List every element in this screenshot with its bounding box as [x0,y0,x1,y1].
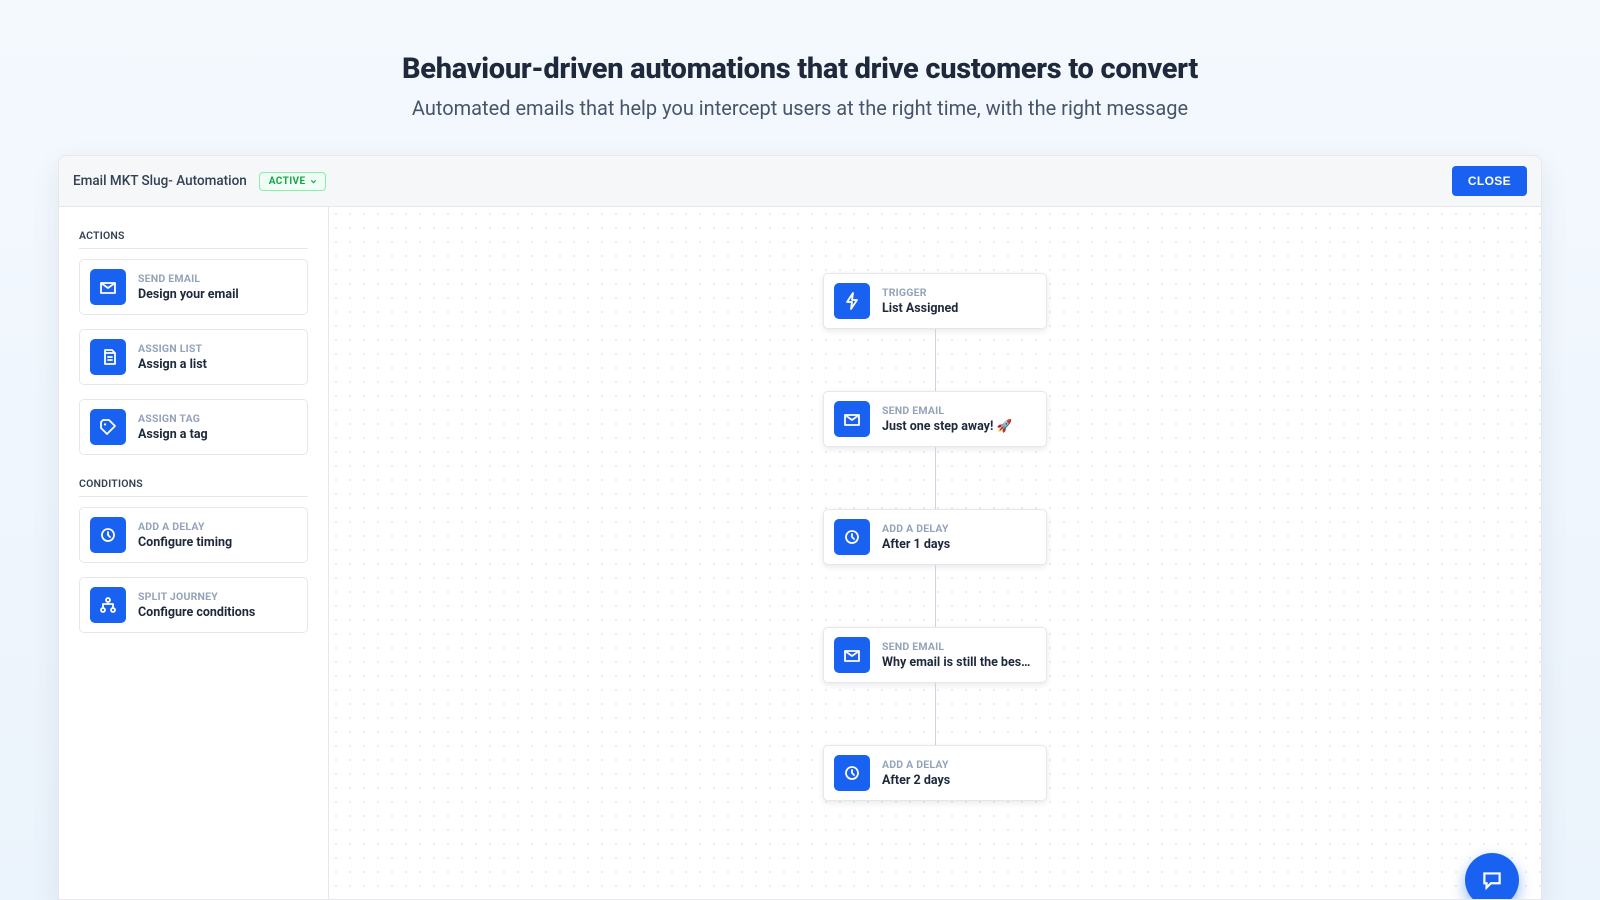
chat-icon [1480,868,1504,892]
sidebar-condition-1[interactable]: SPLIT JOURNEY Configure conditions [79,577,308,633]
card-title: Configure timing [138,535,232,550]
clip-icon [90,339,126,375]
node-title: List Assigned [882,301,958,316]
flow-node-1[interactable]: SEND EMAIL Just one step away! 🚀 [823,391,1047,447]
node-title: Why email is still the best wa... [882,655,1032,670]
flow-connector [935,683,936,745]
card-kicker: SPLIT JOURNEY [138,590,255,603]
node-kicker: SEND EMAIL [882,404,1012,417]
node-title: Just one step away! 🚀 [882,419,1012,434]
flow-node-4[interactable]: ADD A DELAY After 2 days [823,745,1047,801]
status-label: ACTIVE [269,176,306,187]
sidebar-section-conditions: CONDITIONS [79,475,308,497]
card-kicker: SEND EMAIL [138,272,239,285]
sidebar-section-actions: ACTIONS [79,227,308,249]
flow-node-2[interactable]: ADD A DELAY After 1 days [823,509,1047,565]
card-title: Assign a tag [138,427,208,442]
mail-icon [834,637,870,673]
sidebar-condition-0[interactable]: ADD A DELAY Configure timing [79,507,308,563]
tag-icon [90,409,126,445]
chat-fab[interactable] [1465,853,1519,899]
card-kicker: ASSIGN LIST [138,342,207,355]
clock-icon [834,519,870,555]
flow-connector [935,565,936,627]
sidebar-action-2[interactable]: ASSIGN TAG Assign a tag [79,399,308,455]
flow-connector [935,447,936,509]
sidebar-action-1[interactable]: ASSIGN LIST Assign a list [79,329,308,385]
card-title: Design your email [138,287,239,302]
app-header: Email MKT Slug- Automation ACTIVE CLOSE [59,156,1541,207]
node-kicker: TRIGGER [882,286,958,299]
status-badge[interactable]: ACTIVE [259,172,327,191]
node-title: After 1 days [882,537,950,552]
sidebar-action-0[interactable]: SEND EMAIL Design your email [79,259,308,315]
flow-canvas[interactable]: TRIGGER List Assigned SEND EMAIL Just on… [329,207,1541,899]
chevron-down-icon [309,177,318,186]
node-kicker: SEND EMAIL [882,640,1032,653]
close-button[interactable]: CLOSE [1452,166,1527,196]
mail-icon [834,401,870,437]
automation-builder: Email MKT Slug- Automation ACTIVE CLOSE … [58,155,1542,900]
sidebar: ACTIONS SEND EMAIL Design your email ASS… [59,207,329,899]
flow-connector [935,329,936,391]
page-subtitle: Automated emails that help you intercept… [20,96,1580,120]
card-kicker: ADD A DELAY [138,520,232,533]
flow-node-0[interactable]: TRIGGER List Assigned [823,273,1047,329]
mail-icon [90,269,126,305]
split-icon [90,587,126,623]
card-kicker: ASSIGN TAG [138,412,208,425]
card-title: Configure conditions [138,605,255,620]
node-kicker: ADD A DELAY [882,522,950,535]
page-title: Behaviour-driven automations that drive … [20,52,1580,86]
node-kicker: ADD A DELAY [882,758,950,771]
flow-node-3[interactable]: SEND EMAIL Why email is still the best w… [823,627,1047,683]
card-title: Assign a list [138,357,207,372]
node-title: After 2 days [882,773,950,788]
clock-icon [90,517,126,553]
clock-icon [834,755,870,791]
bolt-icon [834,283,870,319]
automation-title: Email MKT Slug- Automation [73,173,247,189]
